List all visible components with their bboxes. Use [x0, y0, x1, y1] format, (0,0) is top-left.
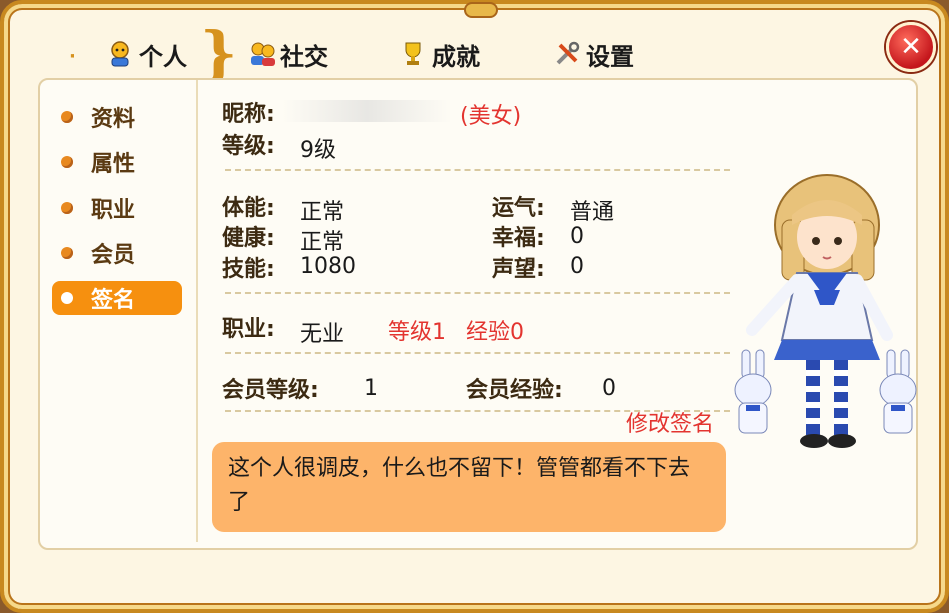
tab-social[interactable]: 社交 [248, 28, 328, 80]
reputation-value: 0 [570, 254, 584, 279]
sidebar-item-label: 资料 [91, 107, 136, 132]
tools-icon [554, 41, 580, 67]
skill-label: 技能: [222, 257, 275, 282]
career-value: 无业 [300, 322, 345, 347]
health-label: 健康: [222, 226, 275, 251]
level-label: 等级: [222, 134, 275, 159]
sidebar-item-career[interactable]: 职业 [52, 191, 182, 225]
person-icon [107, 41, 133, 67]
divider [225, 292, 730, 294]
sidebar-divider [196, 80, 198, 542]
close-icon: ✕ [900, 32, 922, 62]
nickname-label: 昵称: [222, 102, 275, 127]
tab-personal[interactable]: 个人 [74, 28, 220, 80]
reputation-label: 声望: [492, 257, 545, 282]
bullet-icon [61, 247, 73, 259]
trophy-icon [400, 41, 426, 67]
member-level-label: 会员等级: [222, 378, 319, 403]
tab-personal-label: 个人 [139, 42, 187, 71]
sidebar-item-membership[interactable]: 会员 [52, 236, 182, 270]
career-exp: 经验0 [466, 320, 524, 345]
sidebar-item-signature[interactable]: 签名 [52, 281, 182, 315]
bullet-icon [61, 156, 73, 168]
sidebar-item-label: 签名 [91, 288, 136, 313]
divider [225, 169, 730, 171]
tab-brace-right: } [200, 19, 238, 87]
sidebar-item-profile[interactable]: 资料 [52, 100, 182, 134]
tab-achievements-label: 成就 [432, 42, 480, 71]
tab-settings-label: 设置 [586, 42, 634, 71]
bullet-icon [61, 202, 73, 214]
happiness-label: 幸福: [492, 226, 545, 251]
bunny-left-icon [734, 349, 772, 434]
member-level-value: 1 [364, 376, 378, 401]
sidebar-item-label: 属性 [91, 152, 136, 177]
bullet-icon [61, 292, 73, 304]
tab-achievements[interactable]: 成就 [400, 28, 480, 80]
tab-social-label: 社交 [280, 42, 328, 71]
career-label: 职业: [222, 317, 275, 342]
sidebar-item-label: 会员 [91, 243, 136, 268]
skill-value: 1080 [300, 254, 356, 279]
signature-box[interactable]: 这个人很调皮，什么也不留下！管管都看不下去了 [212, 442, 726, 532]
career-level: 等级1 [388, 320, 446, 345]
frame-ornament [464, 2, 498, 18]
luck-value: 普通 [570, 200, 615, 225]
nickname-redaction [282, 100, 452, 122]
edit-signature-link[interactable]: 修改签名 [626, 406, 714, 438]
sidebar-item-attributes[interactable]: 属性 [52, 145, 182, 179]
close-button[interactable]: ✕ [886, 22, 936, 72]
member-exp-label: 会员经验: [466, 378, 563, 403]
luck-label: 运气: [492, 196, 545, 221]
happiness-value: 0 [570, 224, 584, 249]
signature-text: 这个人很调皮，什么也不留下！管管都看不下去了 [228, 456, 691, 515]
member-exp-value: 0 [602, 376, 616, 401]
divider [225, 352, 730, 354]
gender-tag: (美女) [460, 104, 522, 129]
character-avatar [722, 165, 942, 469]
bullet-icon [61, 111, 73, 123]
level-value: 9级 [300, 138, 336, 163]
friends-icon [248, 41, 275, 67]
bunny-right-icon [879, 349, 917, 434]
sidebar-item-label: 职业 [91, 198, 136, 223]
stamina-label: 体能: [222, 196, 275, 221]
stamina-value: 正常 [300, 200, 345, 225]
tab-settings[interactable]: 设置 [554, 28, 634, 80]
health-value: 正常 [300, 230, 345, 255]
